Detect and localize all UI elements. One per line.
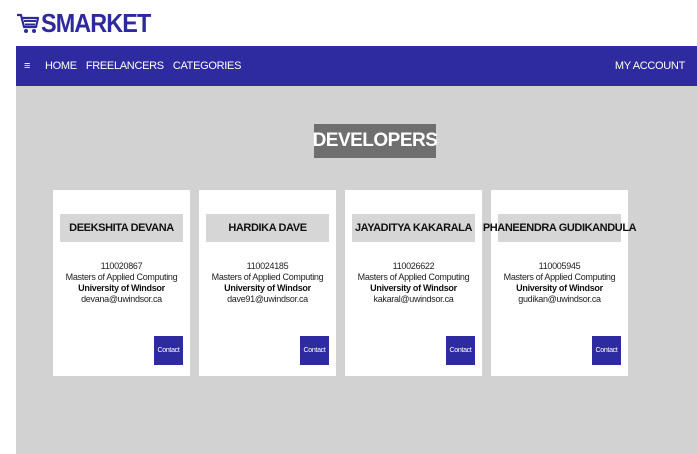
developer-university: University of Windsor bbox=[78, 283, 165, 293]
developer-name: HARDIKA DAVE bbox=[206, 214, 329, 242]
nav-categories[interactable]: CATEGORIES bbox=[173, 60, 242, 72]
developer-id: 110026622 bbox=[392, 261, 435, 271]
developer-id: 110020867 bbox=[100, 261, 143, 271]
developer-id: 110024185 bbox=[246, 261, 289, 271]
developer-program: Masters of Applied Computing bbox=[211, 272, 324, 282]
contact-button[interactable]: Contact bbox=[592, 336, 621, 365]
developer-program: Masters of Applied Computing bbox=[357, 272, 470, 282]
developer-info: 110026622 Masters of Applied Computing U… bbox=[345, 261, 482, 305]
developer-university: University of Windsor bbox=[370, 283, 457, 293]
site-logo[interactable]: SMARKET bbox=[16, 4, 163, 42]
developer-university: University of Windsor bbox=[516, 283, 603, 293]
developer-name: JAYADITYA KAKARALA bbox=[352, 214, 475, 242]
developer-program: Masters of Applied Computing bbox=[503, 272, 616, 282]
developer-id: 110005945 bbox=[538, 261, 581, 271]
developer-cards: DEEKSHITA DEVANA 110020867 Masters of Ap… bbox=[53, 190, 637, 376]
developer-email: dave91@uwindsor.ca bbox=[227, 294, 308, 304]
developer-card: HARDIKA DAVE 110024185 Masters of Applie… bbox=[199, 190, 336, 376]
developer-info: 110005945 Masters of Applied Computing U… bbox=[491, 261, 628, 305]
nav-home[interactable]: HOME bbox=[45, 60, 77, 72]
developer-name: DEEKSHITA DEVANA bbox=[60, 214, 183, 242]
top-navbar: ≡ HOME FREELANCERS CATEGORIES MY ACCOUNT bbox=[16, 46, 697, 86]
developer-email: gudikan@uwindsor.ca bbox=[518, 294, 601, 304]
developer-program: Masters of Applied Computing bbox=[65, 272, 178, 282]
developer-info: 110020867 Masters of Applied Computing U… bbox=[53, 261, 190, 305]
contact-button[interactable]: Contact bbox=[154, 336, 183, 365]
nav-my-account[interactable]: MY ACCOUNT bbox=[615, 60, 685, 72]
contact-button[interactable]: Contact bbox=[300, 336, 329, 365]
developer-email: devana@uwindsor.ca bbox=[81, 294, 162, 304]
developer-card: DEEKSHITA DEVANA 110020867 Masters of Ap… bbox=[53, 190, 190, 376]
page-title: DEVELOPERS bbox=[313, 124, 438, 158]
hamburger-menu-icon[interactable]: ≡ bbox=[18, 60, 36, 72]
developer-card: PHANEENDRA GUDIKANDULA 110005945 Masters… bbox=[483, 190, 637, 376]
nav-freelancers[interactable]: FREELANCERS bbox=[86, 60, 164, 72]
developer-name: PHANEENDRA GUDIKANDULA bbox=[483, 214, 637, 242]
developer-email: kakaral@uwindsor.ca bbox=[373, 294, 454, 304]
shopping-cart-icon bbox=[17, 13, 40, 33]
developer-info: 110024185 Masters of Applied Computing U… bbox=[199, 261, 336, 305]
contact-button[interactable]: Contact bbox=[446, 336, 475, 365]
main-content: DEVELOPERS DEEKSHITA DEVANA 110020867 Ma… bbox=[16, 86, 697, 454]
developer-card: JAYADITYA KAKARALA 110026622 Masters of … bbox=[345, 190, 482, 376]
brand-name: SMARKET bbox=[41, 8, 151, 38]
developer-university: University of Windsor bbox=[224, 283, 311, 293]
